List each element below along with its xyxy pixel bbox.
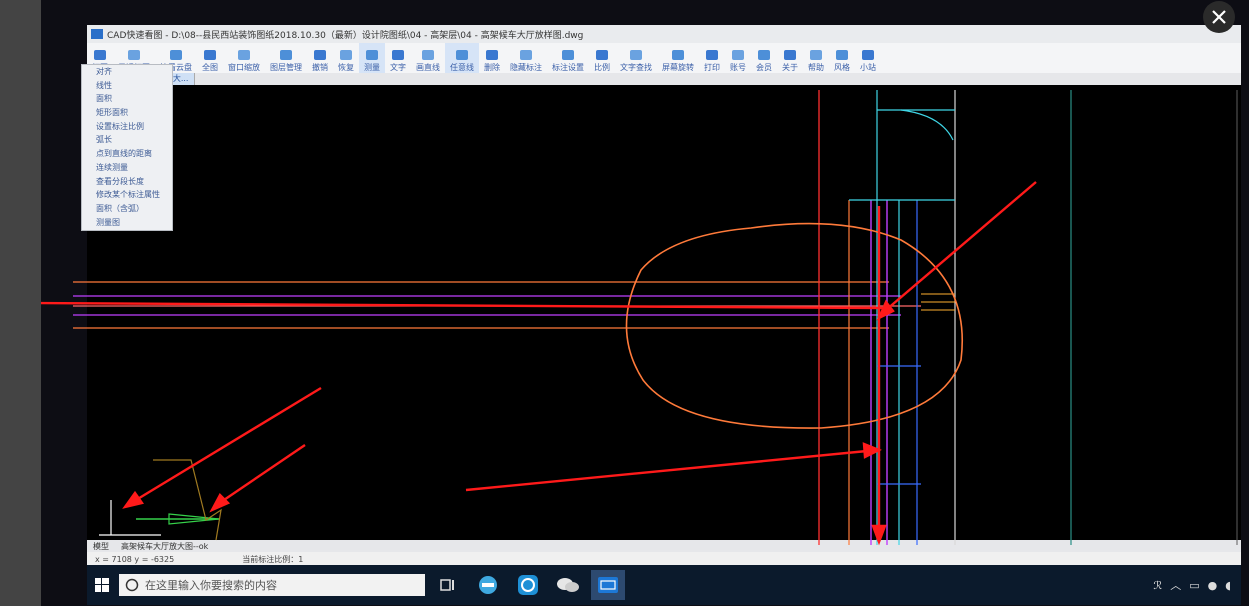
close-viewer-button[interactable] (1203, 1, 1235, 33)
measure-menu-item[interactable]: 线性 (82, 79, 172, 93)
viewer-left-panel (0, 0, 41, 606)
measure-menu-item[interactable]: 矩形面积 (82, 106, 172, 120)
measure-menu-item[interactable]: 连续测量 (82, 161, 172, 175)
measure-menu-item[interactable]: 面积 (82, 92, 172, 106)
photo-of-monitor: CAD快速看图 - D:\08--县民西站装饰图纸2018.10.30（最新）设… (41, 0, 1249, 606)
annotation-arrow (885, 181, 1037, 311)
annotation-arrow (135, 386, 322, 502)
cad-drawing-layer (41, 90, 1238, 546)
measure-menu-item[interactable]: 修改某个标注属性 (82, 188, 172, 202)
arrowhead (871, 524, 887, 546)
annotation-arrow (220, 444, 306, 503)
measure-menu-item[interactable]: 测量图 (82, 216, 172, 230)
annotation-arrow (465, 449, 868, 492)
measure-menu-item[interactable]: 点到直线的距离 (82, 147, 172, 161)
measure-dropdown-menu: 对齐 线性 面积 矩形面积 设置标注比例 弧长 点到直线的距离 连续测量 查看分段长度 修改某个标… (81, 64, 173, 231)
arrowhead (122, 490, 144, 509)
measure-menu-item[interactable]: 查看分段长度 (82, 175, 172, 189)
arc-line (900, 109, 954, 141)
revision-cloud (625, 222, 963, 429)
arrowhead (209, 493, 231, 513)
measure-menu-item[interactable]: 弧长 (82, 133, 172, 147)
close-icon (1212, 10, 1226, 24)
detail-line (153, 459, 222, 541)
measure-menu-item[interactable]: 对齐 (82, 65, 172, 79)
measure-menu-item[interactable]: 设置标注比例 (82, 120, 172, 134)
measure-menu-item[interactable]: 面积（含弧） (82, 202, 172, 216)
